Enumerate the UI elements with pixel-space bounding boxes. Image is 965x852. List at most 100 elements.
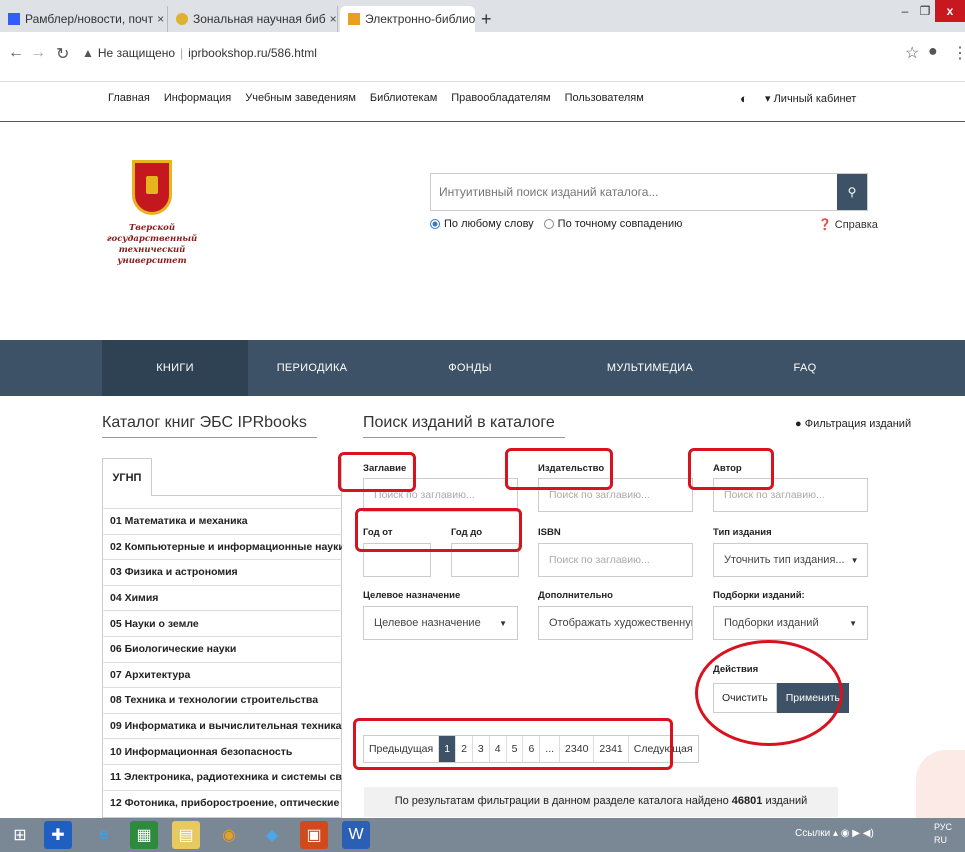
search-icon: ⚲ <box>847 185 857 199</box>
browser-tabstrip: Рамблер/новости, почт × Зональная научна… <box>0 0 965 32</box>
list-item[interactable]: 07 Архитектура <box>102 661 342 688</box>
search-mode-any[interactable]: По любому слову <box>430 218 534 230</box>
site-top-nav: Главная Информация Учебным заведениям Би… <box>0 82 965 122</box>
type-select[interactable]: Уточнить тип издания... ▼ <box>713 543 868 577</box>
new-tab-button[interactable]: + <box>481 9 492 30</box>
system-tray: Ссылки ▴ ◉ ▶ ◀) <box>795 828 874 839</box>
nav-link-users[interactable]: Пользователям <box>565 92 644 104</box>
list-item[interactable]: 12 Фотоника, приборостроение, оптические… <box>102 789 342 816</box>
list-item[interactable]: 11 Электроника, радиотехника и системы с… <box>102 763 342 790</box>
media-icon[interactable]: ◆ <box>258 821 286 849</box>
list-item[interactable]: 01 Математика и механика <box>102 508 342 534</box>
result-summary: По результатам фильтрации в данном разде… <box>364 787 838 817</box>
list-item[interactable]: 06 Биологические науки <box>102 635 342 662</box>
extra-select[interactable]: Отображать художественную и▼ <box>538 606 693 640</box>
personal-cabinet-link[interactable]: ▾ Личный кабинет <box>765 92 856 105</box>
highlight-pager <box>353 718 673 770</box>
back-arrow-icon[interactable]: ← <box>8 44 24 62</box>
profile-icon[interactable]: ● <box>928 43 938 61</box>
library-icon <box>176 13 188 25</box>
star-icon[interactable]: ☆ <box>905 43 919 63</box>
close-icon[interactable]: × <box>326 12 337 26</box>
catalog-search-input[interactable] <box>431 174 831 210</box>
catalog-search: ⚲ <box>430 173 868 211</box>
warning-icon: ▲ <box>82 46 94 60</box>
filter-link[interactable]: ● Фильтрация изданий <box>795 418 911 430</box>
menu-dots-icon[interactable]: ⋮ <box>952 43 965 63</box>
address-bar: ← → ↻ ▲ Не защищено | iprbookshop.ru/586… <box>0 32 965 82</box>
nav-link-rightholders[interactable]: Правообладателям <box>451 92 550 104</box>
start-icon[interactable]: ⊞ <box>6 821 34 849</box>
catalog-title: Каталог книг ЭБС IPRbooks <box>102 414 317 438</box>
list-item[interactable]: 10 Информационная безопасность <box>102 738 342 764</box>
search-button[interactable]: ⚲ <box>837 174 867 210</box>
tab-ugnp[interactable]: УГНП <box>102 458 152 496</box>
folder-icon[interactable]: ▤ <box>172 821 200 849</box>
iprbooks-icon <box>348 13 360 25</box>
highlight-author <box>688 448 774 490</box>
isbn-input[interactable]: Поиск по заглавию... <box>538 543 693 577</box>
nav-link-schools[interactable]: Учебным заведениям <box>245 92 356 104</box>
list-item[interactable]: 04 Химия <box>102 584 342 611</box>
maximize-button[interactable]: ❐ <box>915 0 935 22</box>
nav-link-home[interactable]: Главная <box>108 92 150 104</box>
list-item[interactable]: 02 Компьютерные и информационные науки <box>102 533 342 560</box>
security-label: Не защищено <box>97 46 176 60</box>
chevron-down-icon: ▼ <box>499 618 507 628</box>
chevron-down-icon: ▼ <box>849 618 857 628</box>
word-icon[interactable]: W <box>342 821 370 849</box>
list-item[interactable]: 05 Науки о земле <box>102 610 342 636</box>
chrome-icon[interactable]: ◉ <box>215 821 243 849</box>
collections-label: Подборки изданий: <box>713 590 805 601</box>
shield-icon[interactable]: ✚ <box>44 821 72 849</box>
question-icon: ❓ <box>818 219 832 231</box>
url-text: iprbookshop.ru/586.html <box>188 46 317 60</box>
ie-icon[interactable]: e <box>90 821 118 849</box>
highlight-publisher <box>505 448 613 490</box>
search-mode: По любому слову По точному совпадению <box>430 218 682 230</box>
menu-multimedia[interactable]: МУЛЬТИМЕДИА <box>590 340 710 396</box>
language-indicator[interactable]: РУС RU <box>934 821 952 847</box>
menu-faq[interactable]: FAQ <box>760 340 850 396</box>
info-icon: ● <box>795 418 802 430</box>
nav-link-info[interactable]: Информация <box>164 92 231 104</box>
forward-arrow-icon[interactable]: → <box>30 44 46 62</box>
highlight-year <box>355 508 522 552</box>
university-logo[interactable]: Тверской государственный технический уни… <box>102 160 202 267</box>
collections-select[interactable]: Подборки изданий ▼ <box>713 606 868 640</box>
filters-title: Поиск изданий в каталоге <box>363 414 565 438</box>
decorative-corner <box>916 750 965 820</box>
presentation-icon[interactable]: ▣ <box>300 821 328 849</box>
catalog-list: 01 Математика и механика 02 Компьютерные… <box>102 508 342 815</box>
purpose-select[interactable]: Целевое назначение ▼ <box>363 606 518 640</box>
list-item[interactable]: 09 Информатика и вычислительная техника <box>102 712 342 739</box>
windows-taskbar: ⊞ ✚ e ▦ ▤ ◉ ◆ ▣ W Ссылки ▴ ◉ ▶ ◀) РУС RU <box>0 818 965 852</box>
minimize-button[interactable]: – <box>895 0 915 22</box>
radio-selected-icon <box>430 219 440 229</box>
search-mode-exact[interactable]: По точному совпадению <box>543 218 682 230</box>
list-item[interactable]: 08 Техника и технологии строительства <box>102 687 342 713</box>
accessibility-icon[interactable]: ◐ <box>740 91 748 106</box>
browser-tab-rambler[interactable]: Рамблер/новости, почт × <box>0 6 168 32</box>
browser-tab-library[interactable]: Зональная научная биб × <box>168 6 338 32</box>
highlight-title <box>338 452 416 492</box>
nav-link-libraries[interactable]: Библиотекам <box>370 92 437 104</box>
coat-of-arms-icon <box>132 160 172 215</box>
chevron-down-icon: ▼ <box>850 555 859 565</box>
menu-funds[interactable]: ФОНДЫ <box>420 340 520 396</box>
menu-periodicals[interactable]: ПЕРИОДИКА <box>248 340 376 396</box>
calculator-icon[interactable]: ▦ <box>130 821 158 849</box>
window-close-button[interactable]: x <box>935 0 965 22</box>
result-count: 46801 <box>731 795 763 807</box>
close-icon[interactable]: × <box>153 12 164 26</box>
help-link[interactable]: ❓ Справка <box>818 218 878 231</box>
main-menu: КНИГИ ПЕРИОДИКА ФОНДЫ МУЛЬТИМЕДИА FAQ <box>0 340 965 396</box>
type-label: Тип издания <box>713 527 772 538</box>
purpose-label: Целевое назначение <box>363 590 461 601</box>
list-item[interactable]: 03 Физика и астрономия <box>102 559 342 585</box>
menu-books[interactable]: КНИГИ <box>102 340 248 396</box>
browser-tab-iprbooks[interactable]: Электронно-библиотеч × <box>340 6 475 32</box>
radio-icon <box>543 219 554 229</box>
url-field[interactable]: ▲ Не защищено | iprbookshop.ru/586.html <box>82 46 317 60</box>
reload-icon[interactable]: ↻ <box>56 44 69 64</box>
